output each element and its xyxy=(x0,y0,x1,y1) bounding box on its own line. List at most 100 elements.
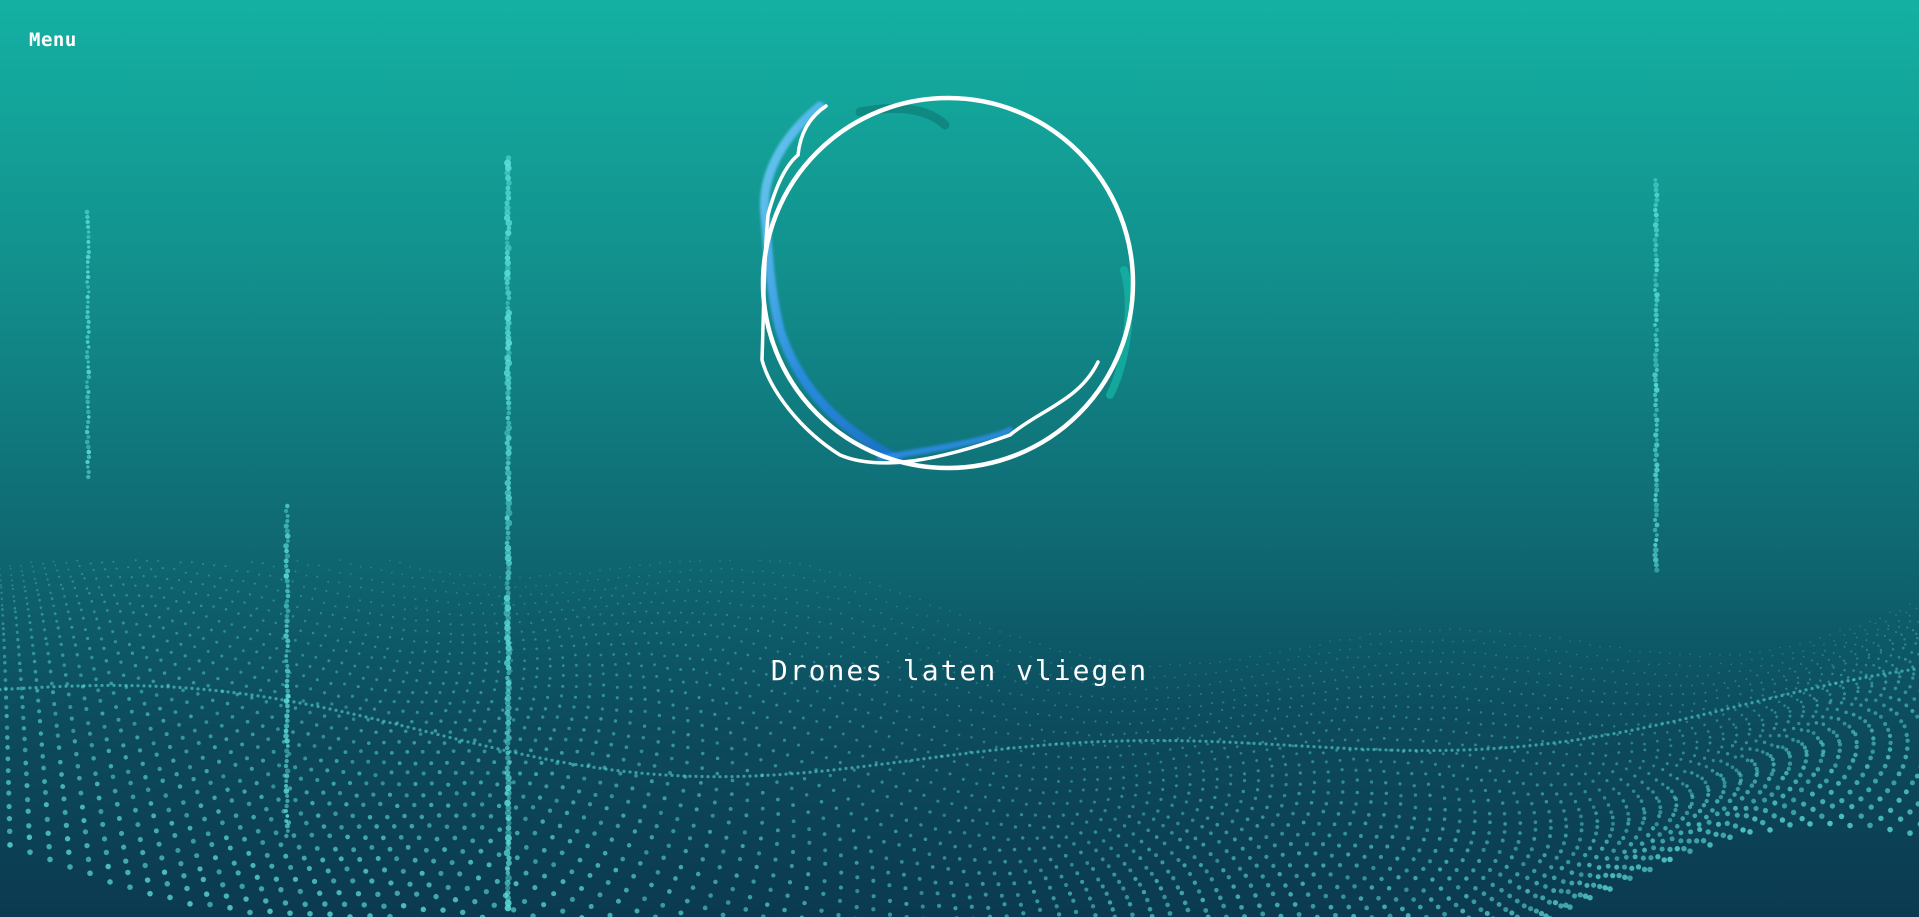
particle xyxy=(1654,428,1659,432)
particle xyxy=(803,686,806,690)
particle xyxy=(490,603,493,606)
particle xyxy=(288,864,294,871)
particle xyxy=(6,815,13,822)
particle xyxy=(1501,801,1505,805)
particle xyxy=(751,879,756,884)
particle xyxy=(717,865,722,870)
particle xyxy=(1372,747,1376,752)
particle xyxy=(300,720,304,724)
particle xyxy=(1134,699,1137,702)
hero-tagline: Drones laten vliegen xyxy=(770,654,1149,687)
particle xyxy=(629,697,633,701)
particle xyxy=(1169,748,1172,751)
particle xyxy=(1710,808,1715,813)
particle xyxy=(986,905,991,910)
particle xyxy=(1411,857,1416,862)
particle xyxy=(773,583,776,586)
particle xyxy=(1337,727,1341,731)
particle xyxy=(569,572,571,575)
particle xyxy=(1814,710,1818,714)
particle xyxy=(644,850,649,855)
particle xyxy=(1834,643,1837,646)
particle xyxy=(1058,692,1061,695)
particle xyxy=(1690,726,1694,730)
particle xyxy=(730,590,733,593)
particle xyxy=(383,688,387,692)
particle xyxy=(1167,911,1173,916)
particle xyxy=(285,649,289,653)
particle xyxy=(1528,715,1531,719)
particle xyxy=(1528,744,1532,748)
particle xyxy=(141,645,145,650)
particle xyxy=(609,837,615,842)
particle xyxy=(1616,872,1622,879)
particle xyxy=(545,695,550,700)
particle xyxy=(1722,784,1727,789)
particle xyxy=(161,869,168,875)
particle xyxy=(1561,841,1566,846)
particle xyxy=(1905,611,1908,614)
particle xyxy=(1847,765,1852,770)
particle xyxy=(85,399,91,405)
particle xyxy=(1842,697,1846,701)
particle xyxy=(1200,824,1204,829)
particle xyxy=(205,831,211,837)
particle xyxy=(1726,704,1729,707)
particle xyxy=(582,636,586,639)
particle xyxy=(1503,822,1507,826)
particle xyxy=(522,647,526,651)
particle xyxy=(294,638,297,642)
menu-button[interactable]: Menu xyxy=(29,29,77,51)
particle xyxy=(1,608,4,611)
particle xyxy=(564,810,570,816)
particle xyxy=(411,576,414,579)
particle xyxy=(312,744,317,748)
particle xyxy=(1035,899,1040,904)
particle xyxy=(1458,808,1462,812)
particle xyxy=(1670,693,1673,696)
particle xyxy=(752,711,756,715)
particle xyxy=(1006,760,1010,764)
particle xyxy=(1000,747,1004,751)
particle xyxy=(1114,739,1118,743)
particle xyxy=(1649,650,1651,653)
particle xyxy=(1256,769,1260,773)
particle xyxy=(461,633,464,637)
particle xyxy=(679,631,683,634)
particle xyxy=(1265,709,1268,712)
particle xyxy=(478,743,482,747)
particle xyxy=(212,605,215,608)
particle xyxy=(52,604,55,608)
particle xyxy=(161,567,164,570)
particle xyxy=(341,901,348,908)
particle xyxy=(702,612,706,615)
particle xyxy=(1686,821,1691,827)
particle xyxy=(523,816,528,822)
particle xyxy=(550,758,554,762)
particle xyxy=(82,829,89,835)
particle xyxy=(1517,810,1522,815)
particle xyxy=(471,791,476,796)
particle xyxy=(1584,882,1590,888)
particle xyxy=(0,597,3,600)
particle xyxy=(707,829,713,834)
particle xyxy=(885,794,889,799)
particle xyxy=(292,700,296,704)
particle xyxy=(101,836,108,842)
particle xyxy=(1221,903,1227,909)
particle xyxy=(357,771,362,776)
particle xyxy=(197,626,200,629)
particle xyxy=(1658,805,1663,810)
particle xyxy=(1156,698,1159,701)
particle xyxy=(1057,767,1061,770)
particle xyxy=(175,847,181,854)
particle xyxy=(1108,828,1112,832)
particle xyxy=(352,630,355,634)
particle xyxy=(621,595,624,598)
particle xyxy=(1790,694,1793,698)
particle xyxy=(757,851,762,856)
particle xyxy=(1740,827,1746,833)
particle xyxy=(283,728,289,734)
particle xyxy=(386,647,389,650)
particle xyxy=(267,609,271,612)
